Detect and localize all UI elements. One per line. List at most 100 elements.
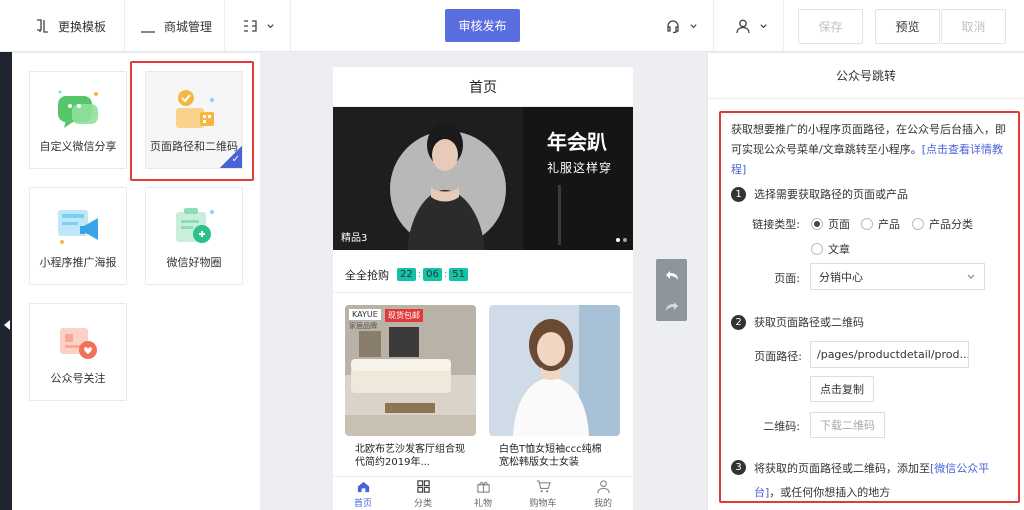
wechat-goods-circle-icon [176, 208, 214, 243]
step-1: 1 选择需要获取路径的页面或产品 [731, 186, 908, 202]
template-icon [37, 19, 48, 33]
undo-icon [665, 270, 678, 280]
product-card[interactable]: 白色T恤女短袖ccc纯棉宽松韩版女士女装2019... [489, 305, 620, 475]
switch-template-button[interactable]: 更换模板 [34, 0, 106, 52]
step-3-body-2: ，或任何你想插入的地方 [769, 486, 891, 499]
component-label: 微信好物圈 [166, 256, 222, 269]
chevron-down-icon [267, 23, 274, 28]
banner-headline: 年会趴 [547, 130, 607, 154]
radio-dot [861, 218, 873, 230]
bottom-tabbar: 首页 分类 礼物 购物车 我的 [333, 476, 633, 510]
publish-button[interactable]: 审核发布 [445, 9, 520, 42]
radio-product-category[interactable]: 产品分类 [912, 216, 973, 232]
tab-me[interactable]: 我的 [573, 477, 633, 510]
tab-label: 首页 [353, 498, 372, 509]
settings-intro: 获取想要推广的小程序页面路径，在公众号后台插入，即可实现公众号菜单/文章跳转至小… [731, 120, 1011, 180]
countdown: 22 : 06 : 51 [397, 268, 468, 281]
user-icon [736, 19, 750, 34]
step-title: 获取页面路径或二维码 [754, 316, 864, 329]
component-label: 自定义微信分享 [39, 140, 117, 153]
countdown-minutes: 06 [423, 268, 442, 281]
save-button[interactable]: 保存 [798, 9, 863, 44]
banner-image [333, 107, 633, 250]
undo-redo-tools [656, 259, 687, 321]
component-card-goods-circle[interactable]: 微信好物圈 [145, 187, 243, 285]
product-card[interactable]: KAYUE 现货包邮 家居品牌 北欧布艺沙发客厅组合现代简约2019年... [345, 305, 476, 475]
radio-label: 页面 [828, 218, 850, 231]
promo-badge: 现货包邮 [385, 309, 423, 322]
page-path-input[interactable]: /pages/productdetail/prod... [810, 341, 969, 368]
page-title: 首页 [333, 67, 633, 107]
component-label: 小程序推广海报 [39, 256, 117, 269]
home-banner[interactable]: 年会趴 礼服这样穿 精品3 [333, 107, 633, 250]
step-3: 3 [731, 460, 746, 475]
support-dropdown[interactable] [665, 0, 698, 52]
tab-home[interactable]: 首页 [333, 477, 393, 510]
tab-category[interactable]: 分类 [393, 477, 453, 510]
grid-icon [244, 20, 257, 32]
link-type-label: 链接类型: [752, 218, 800, 231]
category-icon [416, 479, 430, 493]
chevron-down-icon [967, 274, 975, 279]
component-card-promo-poster[interactable]: 小程序推广海报 [29, 187, 127, 285]
left-nav-strip [0, 0, 12, 510]
qrcode-label: 二维码: [763, 420, 800, 433]
radio-label: 产品 [878, 218, 900, 231]
grid-menu-dropdown[interactable] [242, 0, 275, 52]
product-image [489, 305, 620, 436]
step-3-body: 将获取的页面路径或二维码，添加至 [754, 462, 930, 475]
radio-page[interactable]: 页面 [811, 216, 850, 232]
component-card-wechat-share[interactable]: 自定义微信分享 [29, 71, 127, 169]
component-card-follow-account[interactable]: 公众号关注 [29, 303, 127, 401]
undo-button[interactable] [656, 259, 687, 290]
user-icon [596, 479, 610, 493]
radio-dot [811, 218, 823, 230]
cancel-button[interactable]: 取消 [941, 9, 1006, 44]
step-2: 2 获取页面路径或二维码 [731, 314, 864, 330]
cart-icon [536, 479, 551, 492]
flash-sale-title: 全全抢购 [345, 268, 389, 282]
redo-button[interactable] [656, 290, 687, 321]
gift-icon [476, 481, 490, 493]
chevron-down-icon [760, 23, 767, 28]
user-dropdown[interactable] [735, 0, 768, 52]
countdown-hours: 22 [397, 268, 416, 281]
tab-cart[interactable]: 购物车 [513, 477, 573, 510]
flash-sale-bar: 全全抢购 22 : 06 : 51 [333, 257, 633, 293]
banner-caption: 精品3 [341, 233, 368, 244]
radio-label: 文章 [828, 243, 850, 256]
radio-product[interactable]: 产品 [861, 216, 900, 232]
page-select[interactable]: 分销中心 [810, 263, 985, 290]
radio-dot [912, 218, 924, 230]
radio-label: 产品分类 [929, 218, 973, 231]
store-icon [141, 31, 155, 33]
tab-gift[interactable]: 礼物 [453, 477, 513, 510]
component-label: 公众号关注 [50, 372, 106, 385]
collapse-arrow-icon[interactable] [4, 320, 10, 330]
store-manage-button[interactable]: 商城管理 [140, 0, 212, 52]
tab-label: 我的 [593, 498, 612, 509]
step-3-text: 将获取的页面路径或二维码，添加至[微信公众平台]，或任何你想插入的地方 [754, 457, 1014, 505]
product-name: 白色T恤女短袖ccc纯棉宽松韩版女士女装2019... [499, 444, 602, 471]
settings-title: 公众号跳转 [708, 53, 1024, 99]
step-title: 选择需要获取路径的页面或产品 [754, 188, 908, 201]
download-qrcode-button[interactable]: 下载二维码 [810, 412, 885, 438]
phone-preview: 首页 年会趴 礼服这样穿 精品3 全全抢购 22 : 06 : 51 KAYUE… [333, 67, 633, 510]
radio-article[interactable]: 文章 [811, 241, 850, 257]
switch-template-label: 更换模板 [58, 19, 107, 34]
tab-label: 购物车 [529, 498, 557, 509]
promo-poster-icon [58, 210, 98, 244]
copy-button[interactable]: 点击复制 [810, 376, 874, 402]
preview-button[interactable]: 预览 [875, 9, 940, 44]
brand-badge: KAYUE [349, 309, 381, 320]
top-toolbar: 更换模板 商城管理 审核发布 保存 预览 取消 [0, 0, 1024, 52]
product-name: 北欧布艺沙发客厅组合现代简约2019年... [355, 444, 465, 468]
page-label: 页面: [774, 272, 800, 285]
chevron-down-icon [690, 23, 697, 28]
page-select-value: 分销中心 [819, 270, 863, 284]
banner-subheadline: 礼服这样穿 [547, 161, 613, 175]
product-image: KAYUE 现货包邮 家居品牌 [345, 305, 476, 436]
step-number: 3 [731, 460, 746, 475]
store-manage-label: 商城管理 [164, 19, 213, 34]
radio-dot [811, 243, 823, 255]
